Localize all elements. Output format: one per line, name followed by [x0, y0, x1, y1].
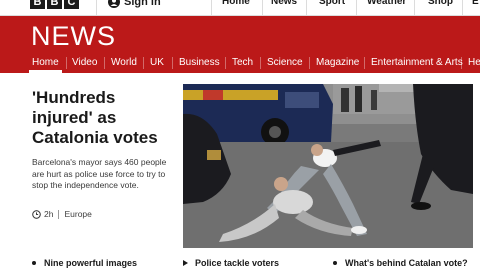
- nav-uk[interactable]: UK: [150, 57, 164, 69]
- bbc-logo-block: B: [30, 0, 45, 9]
- nav-magazine[interactable]: Magazine: [316, 57, 359, 69]
- top-link-more[interactable]: E: [472, 0, 479, 9]
- bbc-logo-block: C: [64, 0, 79, 9]
- nav-home[interactable]: Home: [32, 57, 59, 69]
- nav-divider: [461, 57, 462, 69]
- top-link-news[interactable]: News: [271, 0, 297, 9]
- top-link-shop[interactable]: Shop: [428, 0, 453, 9]
- nav-science[interactable]: Science: [267, 57, 303, 69]
- play-icon: [183, 260, 188, 266]
- story-section-link[interactable]: Europe: [64, 209, 91, 219]
- bbc-logo[interactable]: B B C: [30, 0, 79, 9]
- bullet-icon: [32, 261, 36, 265]
- nav-active-indicator: [29, 70, 62, 73]
- divider: [356, 0, 357, 16]
- top-link-weather[interactable]: Weather: [367, 0, 406, 9]
- top-link-sport[interactable]: Sport: [319, 0, 345, 9]
- nav-divider: [143, 57, 144, 69]
- story-time: 2h: [44, 209, 54, 219]
- nav-divider: [104, 57, 105, 69]
- nav-health[interactable]: He: [468, 57, 480, 69]
- nav-divider: [364, 57, 365, 69]
- top-bar: B B C Sign in Home News Sport Weather Sh…: [0, 0, 480, 16]
- related-link-images[interactable]: Nine powerful images: [32, 258, 137, 268]
- clock-icon: [32, 209, 41, 219]
- nav-divider: [225, 57, 226, 69]
- section-nav: Home Video World UK Business Tech Scienc…: [0, 54, 480, 73]
- divider: [96, 0, 97, 16]
- nav-divider: [172, 57, 173, 69]
- divider: [462, 0, 463, 16]
- bbc-logo-block: B: [47, 0, 62, 9]
- divider: [414, 0, 415, 16]
- nav-divider: [66, 57, 67, 69]
- related-label: What's behind Catalan vote?: [345, 258, 468, 268]
- user-icon[interactable]: [108, 0, 120, 8]
- related-label: Police tackle voters: [195, 258, 280, 268]
- nav-tech[interactable]: Tech: [232, 57, 253, 69]
- story-meta: 2h Europe: [32, 208, 92, 220]
- related-link-video[interactable]: Police tackle voters: [183, 258, 279, 268]
- related-label: Nine powerful images: [44, 258, 138, 268]
- bullet-icon: [333, 261, 337, 265]
- meta-divider: [58, 209, 60, 219]
- top-link-home[interactable]: Home: [222, 0, 250, 9]
- lead-headline[interactable]: 'Hundreds injured' as Catalonia votes: [32, 88, 177, 148]
- nav-world[interactable]: World: [111, 57, 137, 69]
- nav-video[interactable]: Video: [72, 57, 97, 69]
- nav-divider: [309, 57, 310, 69]
- lead-photo[interactable]: [183, 84, 473, 248]
- lead-summary: Barcelona's mayor says 460 people are hu…: [32, 157, 167, 190]
- related-link-explainer[interactable]: What's behind Catalan vote?: [333, 258, 468, 268]
- divider: [262, 0, 263, 16]
- divider: [211, 0, 212, 16]
- nav-divider: [260, 57, 261, 69]
- news-title[interactable]: NEWS: [31, 22, 116, 50]
- nav-business[interactable]: Business: [179, 57, 220, 69]
- sign-in-link[interactable]: Sign in: [124, 0, 161, 9]
- nav-entertainment-arts[interactable]: Entertainment & Arts: [371, 57, 463, 69]
- divider: [306, 0, 307, 16]
